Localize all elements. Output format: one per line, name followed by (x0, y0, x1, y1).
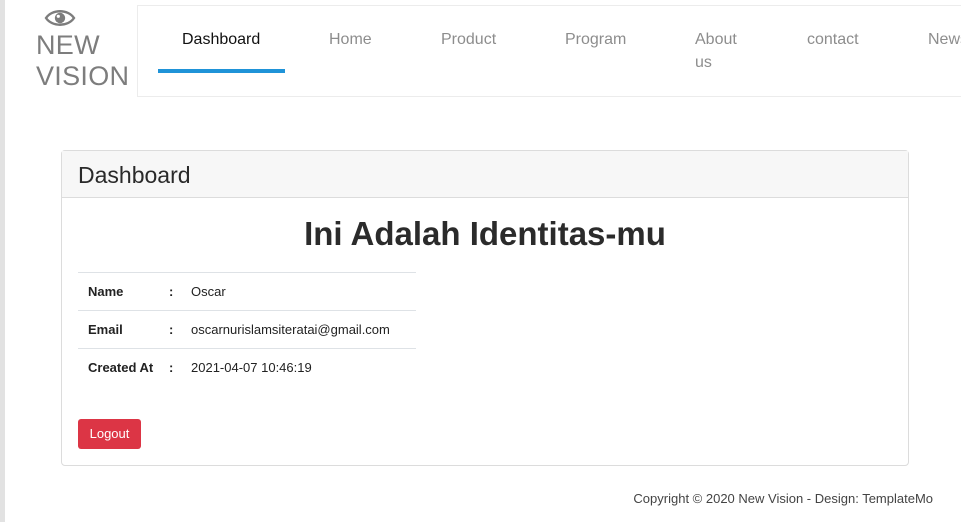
nav-dashboard[interactable]: Dashboard (182, 28, 260, 51)
name-label: Name (78, 272, 168, 311)
nav-program[interactable]: Program (565, 28, 626, 51)
nav-about-label-line2: us (695, 54, 712, 71)
nav-home[interactable]: Home (329, 28, 372, 51)
active-tab-indicator (158, 69, 285, 73)
name-separator: : (168, 272, 191, 311)
card-header: Dashboard (62, 151, 908, 198)
dashboard-card: Dashboard Ini Adalah Identitas-mu Name :… (61, 150, 909, 466)
table-row: Name : Oscar (78, 272, 416, 311)
email-separator: : (168, 310, 191, 349)
brand-name-line1: NEW (36, 30, 100, 60)
name-value: Oscar (191, 272, 416, 311)
identity-table: Name : Oscar Email : oscarnurislamsitera… (78, 272, 416, 387)
email-value: oscarnurislamsiteratai@gmail.com (191, 310, 416, 349)
nav-product[interactable]: Product (441, 28, 496, 51)
created-at-separator: : (168, 348, 191, 387)
created-at-value: 2021-04-07 10:46:19 (191, 348, 416, 387)
table-row: Email : oscarnurislamsiteratai@gmail.com (78, 310, 416, 349)
nav-about-us[interactable]: About us (695, 28, 737, 74)
nav-contact[interactable]: contact (807, 28, 859, 51)
left-edge-strip (0, 0, 5, 522)
nav-news[interactable]: News (928, 28, 961, 51)
footer-copyright: Copyright © 2020 New Vision - Design: Te… (633, 491, 933, 506)
brand-logo[interactable]: NEW VISION (36, 6, 130, 92)
eye-icon (44, 10, 76, 26)
table-row: Created At : 2021-04-07 10:46:19 (78, 348, 416, 387)
brand-name-line2: VISION (36, 61, 130, 91)
created-at-label: Created At (78, 348, 168, 387)
logout-button[interactable]: Logout (78, 419, 141, 449)
main-navbar: Dashboard Home Product Program About us … (137, 5, 961, 97)
identity-heading: Ini Adalah Identitas-mu (304, 215, 666, 252)
email-label: Email (78, 310, 168, 349)
nav-about-label: About (695, 31, 737, 48)
card-title: Dashboard (78, 162, 191, 188)
